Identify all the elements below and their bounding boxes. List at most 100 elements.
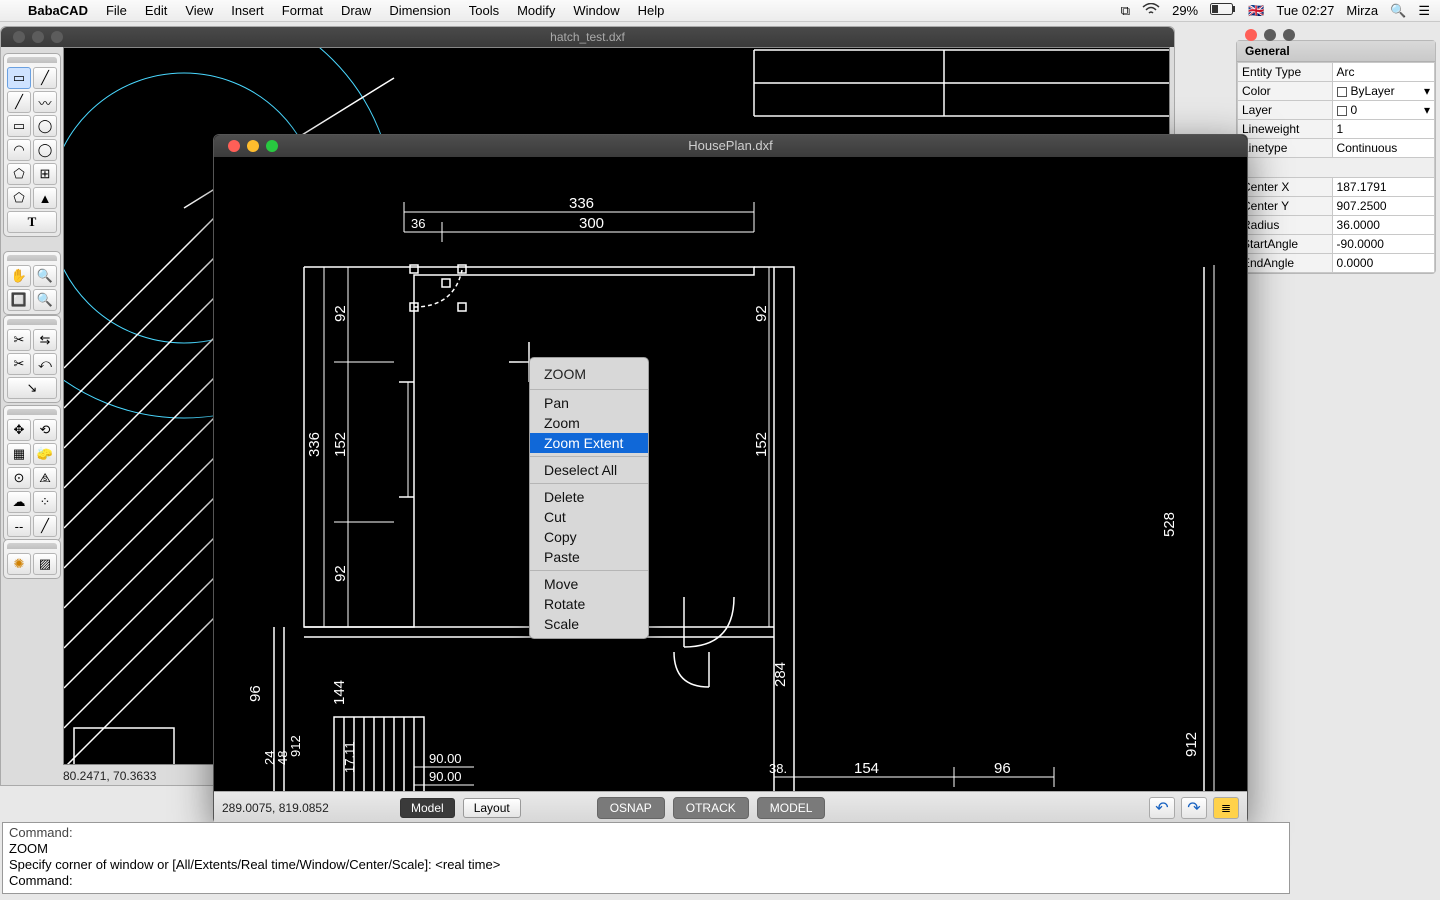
tool-line[interactable]: ╱ — [33, 67, 57, 89]
tool-hatch[interactable]: ⊞ — [33, 163, 57, 185]
tool-zoom[interactable]: 🔍 — [33, 265, 57, 287]
menu-draw[interactable]: Draw — [341, 3, 371, 18]
menu-insert[interactable]: Insert — [231, 3, 264, 18]
prop-val[interactable]: 1 — [1332, 120, 1434, 139]
menu-format[interactable]: Format — [282, 3, 323, 18]
menu-modify[interactable]: Modify — [517, 3, 555, 18]
tab-layout[interactable]: Layout — [463, 798, 521, 818]
tool-spline[interactable]: 〰 — [33, 91, 57, 113]
prop-val[interactable]: -90.0000 — [1332, 235, 1434, 254]
tool-circle[interactable]: ◯ — [33, 115, 57, 137]
menu-help[interactable]: Help — [638, 3, 665, 18]
tool-trim[interactable]: ✂ — [7, 329, 31, 351]
prop-val[interactable]: ByLayer▾ — [1332, 82, 1434, 101]
prop-val[interactable]: 36.0000 — [1332, 216, 1434, 235]
tool-sun[interactable]: ✺ — [7, 553, 31, 575]
tool-lengthen[interactable]: -- — [7, 515, 31, 537]
tool-rotate[interactable]: ⟲ — [33, 419, 57, 441]
ctx-copy[interactable]: Copy — [530, 527, 648, 547]
context-menu[interactable]: ZOOM Pan Zoom Zoom Extent Deselect All D… — [529, 357, 649, 639]
view-tools-palette[interactable]: ✋ 🔍 🔲 🔍 — [3, 251, 61, 315]
fg-canvas[interactable]: 336 36 300 336 152 92 92 92 152 — [214, 157, 1247, 791]
prop-val[interactable]: 0▾ — [1332, 101, 1434, 120]
bg-titlebar[interactable]: hatch_test.dxf — [1, 27, 1174, 47]
close-icon[interactable] — [13, 31, 25, 43]
menu-dimension[interactable]: Dimension — [389, 3, 450, 18]
tool-text[interactable]: T — [7, 211, 57, 233]
close-icon[interactable] — [1245, 29, 1257, 41]
prop-val[interactable]: 187.1791 — [1332, 178, 1434, 197]
tool-move[interactable]: ✥ — [7, 419, 31, 441]
tool-extend[interactable]: ⇆ — [33, 329, 57, 351]
zoom-icon[interactable] — [1283, 29, 1295, 41]
tool-zoom-extents[interactable]: 🔍 — [33, 289, 57, 311]
tool-explode[interactable]: ↘ — [7, 377, 57, 399]
ctx-move[interactable]: Move — [530, 574, 648, 594]
tool-break[interactable]: ✂ — [7, 353, 31, 375]
tool-ellipse[interactable]: ◯ — [33, 139, 57, 161]
properties-panel[interactable]: General Entity TypeArc ColorByLayer▾ Lay… — [1236, 40, 1436, 274]
minimize-icon[interactable] — [1264, 29, 1276, 41]
ctx-rotate[interactable]: Rotate — [530, 594, 648, 614]
user-name[interactable]: Mirza — [1346, 3, 1378, 18]
palette-handle[interactable] — [7, 543, 57, 549]
zoom-icon[interactable] — [266, 140, 278, 152]
minimize-icon[interactable] — [247, 140, 259, 152]
ctx-zoom-extent[interactable]: Zoom Extent — [530, 433, 648, 453]
edit-tools-palette[interactable]: ✂ ⇆ ✂ ⤺ ↘ — [3, 315, 61, 403]
toggle-model[interactable]: MODEL — [757, 797, 826, 819]
tool-region[interactable]: ⬠ — [7, 187, 31, 209]
ctx-paste[interactable]: Paste — [530, 547, 648, 567]
tool-erase[interactable]: 🧽 — [33, 443, 57, 465]
spotlight-icon[interactable]: 🔍 — [1390, 3, 1406, 19]
undo-button[interactable]: ↶ — [1149, 797, 1175, 819]
toggle-otrack[interactable]: OTRACK — [673, 797, 749, 819]
ctx-delete[interactable]: Delete — [530, 487, 648, 507]
draw-tools-palette[interactable]: ▭ ╱ ╱ 〰 ▭ ◯ ◠ ◯ ⬠ ⊞ ⬠ ▲ T — [3, 53, 61, 237]
clock[interactable]: Tue 02:27 — [1276, 3, 1334, 18]
menu-tools[interactable]: Tools — [469, 3, 499, 18]
tool-xline[interactable]: ╱ — [7, 91, 31, 113]
ctx-cut[interactable]: Cut — [530, 507, 648, 527]
menu-extras-icon[interactable]: ☰ — [1418, 3, 1430, 19]
prop-val[interactable]: 907.2500 — [1332, 197, 1434, 216]
tool-array[interactable]: ⁘ — [33, 491, 57, 513]
tool-rectangle[interactable]: ▭ — [7, 115, 31, 137]
tool-pan[interactable]: ✋ — [7, 265, 31, 287]
tool-copy[interactable]: ▦ — [7, 443, 31, 465]
wifi-icon[interactable] — [1142, 3, 1160, 18]
tool-polygon[interactable]: ⬠ — [7, 163, 31, 185]
ctx-zoom[interactable]: Zoom — [530, 413, 648, 433]
ctx-deselect-all[interactable]: Deselect All — [530, 460, 648, 480]
flag-icon[interactable]: 🇬🇧 — [1248, 3, 1264, 19]
misc-tools-palette[interactable]: ✺ ▨ — [3, 539, 61, 579]
zoom-icon[interactable] — [51, 31, 63, 43]
menu-view[interactable]: View — [185, 3, 213, 18]
tool-hatch2[interactable]: ▨ — [33, 553, 57, 575]
palette-handle[interactable] — [7, 319, 57, 325]
palette-handle[interactable] — [7, 57, 57, 63]
battery-icon[interactable] — [1210, 3, 1236, 18]
tab-model[interactable]: Model — [400, 798, 455, 818]
prop-val[interactable]: Continuous — [1332, 139, 1434, 158]
close-icon[interactable] — [228, 140, 240, 152]
fg-titlebar[interactable]: HousePlan.dxf — [214, 135, 1247, 157]
ctx-scale[interactable]: Scale — [530, 614, 648, 634]
tool-fillet[interactable]: ⤺ — [33, 353, 57, 375]
tool-offset[interactable]: ⊙ — [7, 467, 31, 489]
modify-tools-palette[interactable]: ✥ ⟲ ▦ 🧽 ⊙ ⧌ ☁ ⁘ -- ╱ — [3, 405, 61, 541]
airplay-icon[interactable]: ⧉ — [1121, 3, 1130, 19]
app-name[interactable]: BabaCAD — [28, 3, 88, 18]
cmd-prompt[interactable]: Command: — [9, 873, 1283, 889]
tool-rect[interactable]: ▭ — [7, 67, 31, 89]
tool-arc[interactable]: ◠ — [7, 139, 31, 161]
palette-handle[interactable] — [7, 409, 57, 415]
redo-button[interactable]: ↷ — [1181, 797, 1207, 819]
tool-cloud[interactable]: ☁ — [7, 491, 31, 513]
tool-mirror[interactable]: ⧌ — [33, 467, 57, 489]
tool-image[interactable]: ▲ — [33, 187, 57, 209]
minimize-icon[interactable] — [32, 31, 44, 43]
tool-chamfer[interactable]: ╱ — [33, 515, 57, 537]
prop-val[interactable]: Arc — [1332, 63, 1434, 82]
ctx-pan[interactable]: Pan — [530, 393, 648, 413]
